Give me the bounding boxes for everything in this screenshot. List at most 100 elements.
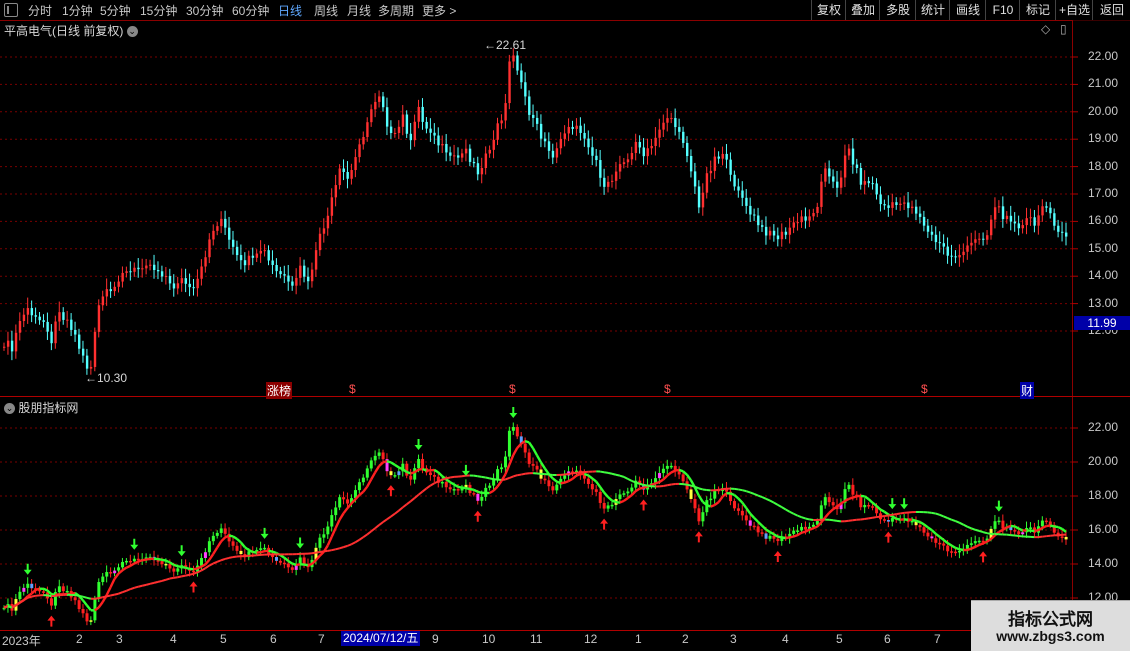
candle-body bbox=[568, 127, 570, 133]
candle-body bbox=[781, 232, 783, 239]
candle-body bbox=[129, 271, 131, 272]
indicator-ma-short bbox=[604, 493, 608, 497]
indicator-bar bbox=[1021, 532, 1024, 534]
candle-body bbox=[410, 134, 412, 140]
indicator-ma-short bbox=[1015, 526, 1019, 528]
indicator-ma-short bbox=[288, 561, 292, 564]
indicator-ma-long bbox=[103, 596, 107, 597]
candle-body bbox=[133, 268, 135, 272]
event-marker-finance[interactable]: 财 bbox=[1020, 382, 1034, 399]
chevron-down-icon[interactable]: ⌄ bbox=[4, 403, 15, 414]
indicator-arrows bbox=[24, 407, 1003, 627]
candle-body bbox=[552, 151, 554, 158]
indicator-ma-long bbox=[829, 520, 833, 521]
indicator-bar bbox=[950, 551, 953, 553]
indicator-bar bbox=[117, 567, 120, 570]
indicator-ma-long bbox=[383, 519, 387, 522]
candle-body bbox=[220, 219, 222, 226]
x-tick-label: 5 bbox=[836, 632, 843, 646]
candle-body bbox=[1061, 232, 1063, 233]
candle-body bbox=[1049, 208, 1051, 214]
candle-body bbox=[200, 267, 202, 279]
indicator-ma-short bbox=[450, 482, 454, 484]
indicator-bar bbox=[863, 505, 866, 507]
indicator-ma-long bbox=[734, 489, 738, 490]
indicator-ma-short bbox=[174, 565, 178, 566]
candle-body bbox=[102, 296, 104, 305]
chart-canvas[interactable] bbox=[0, 0, 1130, 650]
window-toggle-icon[interactable]: ▯ bbox=[1060, 22, 1067, 36]
indicator-ma-long bbox=[687, 485, 691, 486]
candle-body bbox=[504, 103, 506, 120]
candle-body bbox=[386, 107, 388, 126]
diamond-icon[interactable]: ◇ bbox=[1041, 22, 1050, 36]
candle-body bbox=[702, 193, 704, 208]
event-marker-dividend[interactable]: $ bbox=[664, 382, 671, 396]
indicator-bar bbox=[291, 567, 294, 570]
indicator-ma-short bbox=[924, 524, 928, 527]
indicator-ma-long bbox=[186, 575, 190, 576]
candle-body bbox=[327, 216, 329, 229]
indicator-ma-long bbox=[833, 520, 837, 521]
indicator-bar bbox=[611, 505, 614, 507]
indicator-ma-long bbox=[900, 513, 904, 514]
indicator-ma-long bbox=[632, 481, 636, 482]
indicator-ma-long bbox=[221, 559, 225, 560]
candle-body bbox=[228, 228, 230, 240]
indicator-bar bbox=[449, 487, 452, 489]
event-marker-limit-up[interactable]: 涨榜 bbox=[266, 382, 292, 399]
candle-body bbox=[402, 115, 404, 127]
candle-body bbox=[82, 349, 84, 356]
x-tick-label: 3 bbox=[730, 632, 737, 646]
indicator-ma-short bbox=[304, 565, 308, 566]
indicator-ma-short bbox=[537, 455, 541, 462]
event-marker-dividend[interactable]: $ bbox=[921, 382, 928, 396]
candle-body bbox=[1010, 216, 1012, 222]
indicator-ma-short bbox=[813, 527, 817, 529]
main-panel-title-wrap: 平高电气(日线 前复权) ⌄ bbox=[4, 22, 138, 39]
indicator-ma-short bbox=[675, 470, 679, 471]
candle-body bbox=[62, 312, 64, 320]
candle-body bbox=[686, 143, 688, 156]
candle-body bbox=[595, 156, 597, 160]
candle-body bbox=[891, 202, 893, 208]
candle-body bbox=[339, 168, 341, 185]
chevron-down-icon[interactable]: ⌄ bbox=[127, 26, 138, 37]
indicator-bar bbox=[318, 538, 321, 548]
indicator-bar bbox=[942, 544, 945, 546]
indicator-bar bbox=[820, 505, 823, 521]
x-tick-label: 12 bbox=[584, 632, 597, 646]
buy-arrow-icon bbox=[640, 500, 648, 511]
indicator-ma-short bbox=[750, 514, 754, 518]
event-marker-dividend[interactable]: $ bbox=[349, 382, 356, 396]
indicator-ma-short bbox=[490, 491, 494, 493]
candle-body bbox=[110, 289, 112, 291]
candle-body bbox=[591, 147, 593, 156]
indicator-ma-long bbox=[490, 478, 494, 479]
candle-body bbox=[354, 157, 356, 170]
cursor-date: 2024/07/12/五 bbox=[341, 631, 420, 646]
indicator-ma-short bbox=[83, 600, 87, 605]
indicator-bar bbox=[543, 479, 546, 481]
indicator-ma-short bbox=[249, 550, 253, 552]
indicator-ma-short bbox=[667, 472, 671, 475]
indicator-ma-short bbox=[296, 564, 300, 565]
y-tick-label: 20.00 bbox=[1072, 454, 1130, 468]
indicator-ma-short bbox=[347, 503, 351, 508]
candle-body bbox=[887, 205, 889, 208]
indicator-bar bbox=[563, 475, 566, 478]
indicator-ma-short bbox=[651, 483, 655, 485]
event-marker-dividend[interactable]: $ bbox=[509, 382, 516, 396]
indicator-ma-long bbox=[419, 492, 423, 495]
candle-body bbox=[560, 139, 562, 148]
indicator-bar bbox=[551, 486, 554, 490]
indicator-ma-long bbox=[190, 574, 194, 575]
indicator-bar bbox=[887, 520, 890, 522]
candle-body bbox=[848, 149, 850, 156]
indicator-bar bbox=[224, 528, 227, 533]
sell-arrow-icon bbox=[261, 528, 269, 539]
candle-body bbox=[986, 235, 988, 240]
indicator-bar bbox=[1001, 521, 1004, 529]
candle-body bbox=[433, 133, 435, 136]
indicator-ma-short bbox=[533, 448, 537, 455]
